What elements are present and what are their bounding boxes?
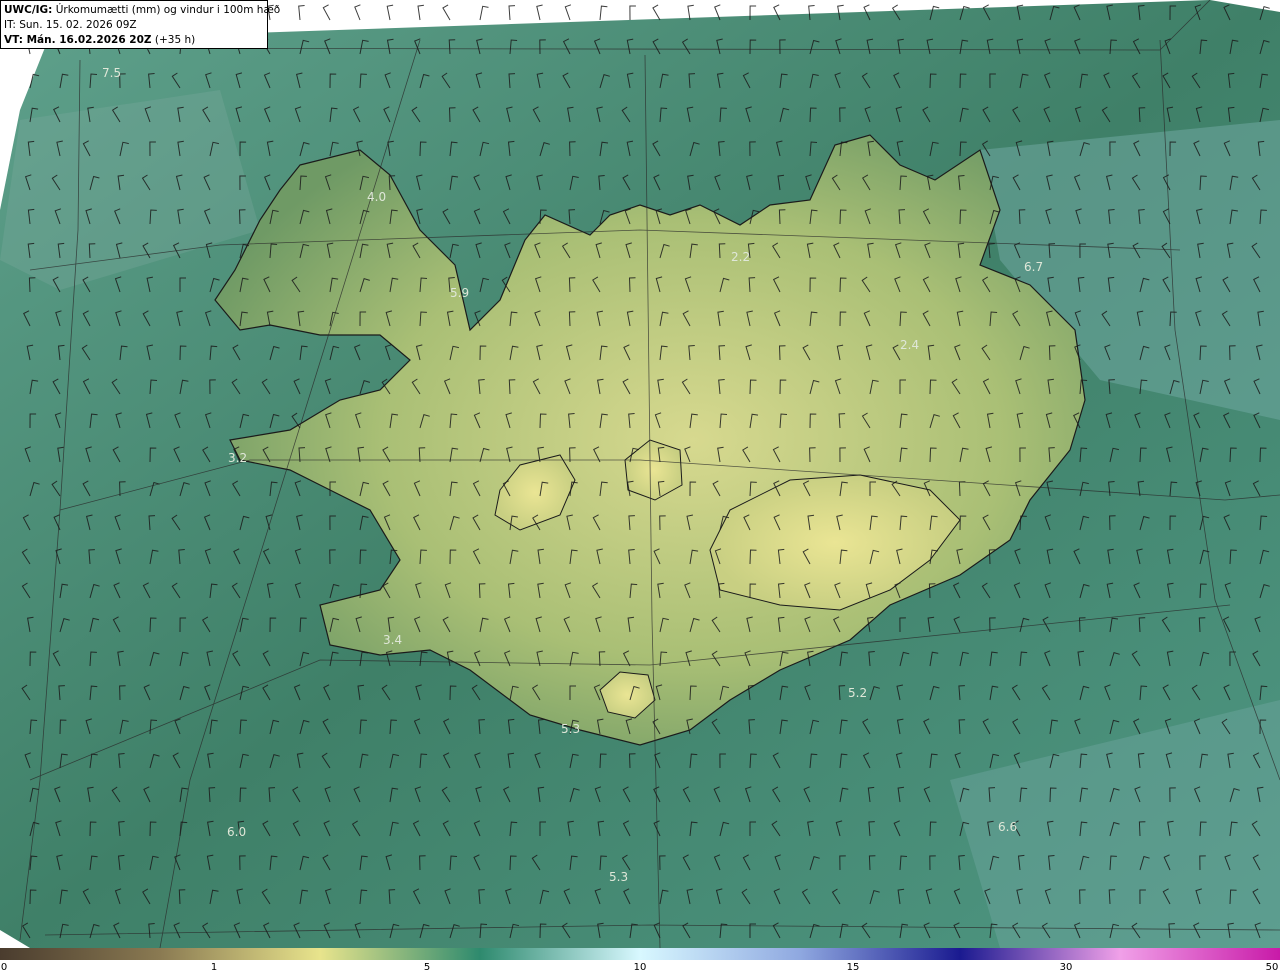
value-label: 6.6 bbox=[998, 820, 1017, 834]
colorbar-tick: 0 bbox=[0, 962, 8, 973]
value-label: 6.0 bbox=[227, 825, 246, 839]
precipitation-wind-map: 7.5 4.0 5.9 2.2 6.7 2.4 3.2 3.4 5.2 5.3 … bbox=[0, 0, 1280, 948]
valid-time: VT: Mán. 16.02.2026 20Z bbox=[4, 34, 152, 46]
value-label: 4.0 bbox=[367, 190, 386, 204]
colorbar-tick: 15 bbox=[846, 962, 860, 973]
value-label: 3.2 bbox=[228, 451, 247, 465]
forecast-lead: (+35 h) bbox=[151, 34, 196, 46]
value-label: 5.2 bbox=[848, 686, 867, 700]
value-label: 2.2 bbox=[731, 250, 750, 264]
colorbar-tick: 50 bbox=[1265, 962, 1279, 973]
colorbar-tick: 5 bbox=[423, 962, 431, 973]
valid-time-row: VT: Mán. 16.02.2026 20Z (+35 h) bbox=[4, 33, 264, 48]
colorbar-tick: 10 bbox=[633, 962, 647, 973]
colorbar-ticks: 0 1 5 10 15 30 50 bbox=[0, 962, 1280, 978]
map-title: Úrkomumætti (mm) og vindur i 100m hæð bbox=[55, 4, 281, 16]
value-label: 3.4 bbox=[383, 633, 402, 647]
map-header: UWC/IG: Úrkomumætti (mm) og vindur i 100… bbox=[0, 0, 280, 49]
value-label: 2.4 bbox=[900, 338, 919, 352]
value-label: 7.5 bbox=[102, 66, 121, 80]
value-label: 5.3 bbox=[561, 722, 580, 736]
value-label: 5.3 bbox=[609, 870, 628, 884]
colorbar-tick: 30 bbox=[1059, 962, 1073, 973]
issue-time: IT: Sun. 15. 02. 2026 09Z bbox=[4, 19, 137, 31]
colorbar-tick: 1 bbox=[210, 962, 218, 973]
value-label: 5.9 bbox=[450, 286, 469, 300]
title-row: UWC/IG: Úrkomumætti (mm) og vindur i 100… bbox=[4, 3, 280, 18]
value-label: 6.7 bbox=[1024, 260, 1043, 274]
precipitation-colorbar bbox=[0, 948, 1280, 960]
model-name: UWC/IG: bbox=[4, 4, 53, 16]
